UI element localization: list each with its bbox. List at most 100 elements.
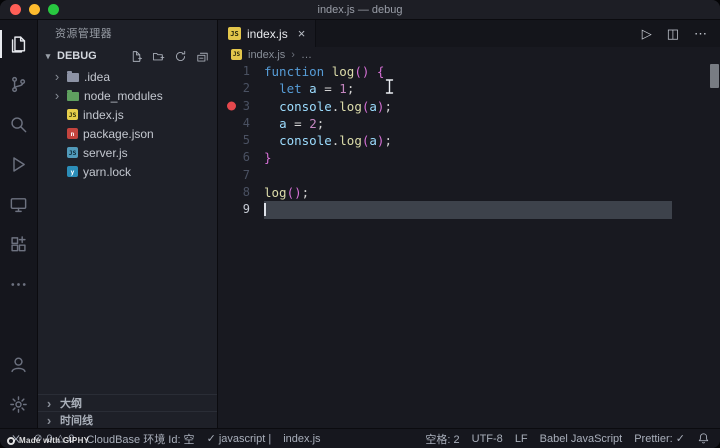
code-line[interactable]: 7 bbox=[218, 167, 720, 184]
tree-item-index.js[interactable]: JSindex.js bbox=[38, 105, 217, 124]
line-content[interactable]: log(); bbox=[264, 184, 672, 201]
breadcrumb-more[interactable]: … bbox=[301, 49, 312, 61]
code-token: console bbox=[279, 99, 332, 114]
activity-run-debug-icon[interactable] bbox=[0, 144, 37, 184]
line-number[interactable]: 4 bbox=[218, 115, 264, 132]
activity-settings-icon[interactable] bbox=[0, 384, 37, 424]
status-cloudbase[interactable]: CloudBase 环境 Id: 空 bbox=[86, 431, 194, 447]
close-window-button[interactable] bbox=[10, 4, 21, 15]
scrollbar-thumb[interactable] bbox=[710, 64, 719, 88]
status-active-file[interactable]: index.js bbox=[283, 433, 320, 445]
file-tree: ›.idea›node_modulesJSindex.jsnpackage.js… bbox=[38, 67, 217, 181]
line-content[interactable]: function log() { bbox=[264, 63, 672, 80]
code-token: = bbox=[294, 116, 302, 131]
code-line[interactable]: 5 console.log(a); bbox=[218, 132, 720, 149]
chevron-right-icon: › bbox=[52, 70, 62, 83]
code-line[interactable]: 1function log() { bbox=[218, 63, 720, 80]
line-content[interactable]: } bbox=[264, 149, 672, 166]
line-content[interactable]: let a = 1; bbox=[264, 80, 672, 97]
code-line[interactable]: 4 a = 2; bbox=[218, 115, 720, 132]
panel-timeline[interactable]: › 时间线 bbox=[38, 411, 217, 428]
chevron-right-icon: › bbox=[291, 49, 295, 61]
code-line[interactable]: 6} bbox=[218, 149, 720, 166]
javascript-file-icon: JS bbox=[231, 49, 242, 60]
section-header-debug[interactable]: ▾ DEBUG bbox=[38, 45, 217, 67]
status-indent[interactable]: 空格: 2 bbox=[425, 431, 459, 447]
code-token: ; bbox=[317, 116, 325, 131]
collapse-folders-button[interactable] bbox=[196, 50, 209, 63]
section-label: DEBUG bbox=[57, 50, 97, 62]
line-number[interactable]: 9 bbox=[218, 201, 264, 218]
giphy-watermark: Made with GIPHY bbox=[7, 436, 89, 445]
activity-account-icon[interactable] bbox=[0, 344, 37, 384]
line-content[interactable]: console.log(a); bbox=[264, 132, 672, 149]
activity-extensions-icon[interactable] bbox=[0, 224, 37, 264]
giphy-watermark-text: Made with GIPHY bbox=[19, 436, 89, 445]
breadcrumb-file[interactable]: index.js bbox=[248, 49, 285, 61]
new-file-button[interactable] bbox=[130, 50, 143, 63]
zoom-window-button[interactable] bbox=[48, 4, 59, 15]
close-tab-icon[interactable]: × bbox=[298, 26, 306, 41]
split-editor-button[interactable]: ◫ bbox=[667, 27, 679, 40]
activity-source-control-icon[interactable] bbox=[0, 64, 37, 104]
notifications-bell-icon[interactable] bbox=[697, 432, 710, 445]
panel-outline[interactable]: › 大纲 bbox=[38, 394, 217, 411]
status-encoding[interactable]: UTF-8 bbox=[472, 433, 503, 445]
new-folder-button[interactable] bbox=[152, 50, 165, 63]
tree-item-.idea[interactable]: ›.idea bbox=[38, 67, 217, 86]
line-content[interactable] bbox=[264, 201, 672, 218]
line-number[interactable]: 1 bbox=[218, 63, 264, 80]
activity-more-actions-icon[interactable] bbox=[0, 264, 37, 304]
breakpoint-dot[interactable] bbox=[227, 102, 236, 111]
line-number[interactable]: 2 bbox=[218, 80, 264, 97]
code-token: ; bbox=[302, 185, 310, 200]
activity-remote-explorer-icon[interactable] bbox=[0, 184, 37, 224]
code-token: a bbox=[309, 81, 317, 96]
line-number[interactable]: 3 bbox=[218, 98, 264, 115]
file-type-icon: JS bbox=[67, 109, 78, 120]
activity-bar bbox=[0, 20, 38, 428]
line-number[interactable]: 6 bbox=[218, 149, 264, 166]
line-content[interactable] bbox=[264, 167, 672, 184]
code-editor[interactable]: 1function log() {2 let a = 1;3 console.l… bbox=[218, 62, 720, 428]
title-bar[interactable]: index.js — debug bbox=[0, 0, 720, 20]
editor-more-actions-button[interactable]: ⋯ bbox=[694, 27, 707, 40]
main-area: 资源管理器 ▾ DEBUG bbox=[0, 20, 720, 428]
minimize-window-button[interactable] bbox=[29, 4, 40, 15]
code-token: a bbox=[369, 99, 377, 114]
refresh-explorer-button[interactable] bbox=[174, 50, 187, 63]
status-language-mode[interactable]: Babel JavaScript bbox=[540, 433, 623, 445]
run-file-button[interactable]: ▷ bbox=[642, 27, 652, 40]
activity-explorer-icon[interactable] bbox=[0, 24, 37, 64]
code-token: log bbox=[332, 64, 355, 79]
code-line[interactable]: 2 let a = 1; bbox=[218, 80, 720, 97]
code-line[interactable]: 9 bbox=[218, 201, 720, 218]
tree-item-node_modules[interactable]: ›node_modules bbox=[38, 86, 217, 105]
panel-timeline-label: 时间线 bbox=[60, 412, 93, 428]
status-prettier[interactable]: Prettier: ✓ bbox=[634, 432, 685, 445]
line-content[interactable]: console.log(a); bbox=[264, 98, 672, 115]
tree-item-yarn.lock[interactable]: yyarn.lock bbox=[38, 162, 217, 181]
breadcrumb[interactable]: JS index.js › … bbox=[218, 47, 720, 62]
line-number[interactable]: 8 bbox=[218, 184, 264, 201]
tree-item-server.js[interactable]: JSserver.js bbox=[38, 143, 217, 162]
file-name: yarn.lock bbox=[83, 165, 131, 179]
tree-item-package.json[interactable]: npackage.json bbox=[38, 124, 217, 143]
code-line[interactable]: 8log(); bbox=[218, 184, 720, 201]
file-type-icon: n bbox=[67, 128, 78, 139]
tab-index-js[interactable]: JS index.js × bbox=[218, 20, 316, 47]
line-content[interactable]: a = 2; bbox=[264, 115, 672, 132]
code-line[interactable]: 3 console.log(a); bbox=[218, 98, 720, 115]
activity-search-icon[interactable] bbox=[0, 104, 37, 144]
file-name: node_modules bbox=[84, 89, 163, 103]
code-token: ; bbox=[384, 133, 392, 148]
line-number[interactable]: 5 bbox=[218, 132, 264, 149]
line-number[interactable]: 7 bbox=[218, 167, 264, 184]
code-token: a bbox=[369, 133, 377, 148]
status-language-indicator[interactable]: ✓ javascript | bbox=[207, 432, 272, 445]
vscode-window: index.js — debug 资源管理器 ▾ DEBUG bbox=[0, 0, 720, 448]
status-eol[interactable]: LF bbox=[515, 433, 528, 445]
javascript-file-icon: JS bbox=[228, 27, 241, 40]
folder-icon bbox=[67, 73, 79, 82]
code-token: () bbox=[354, 64, 369, 79]
